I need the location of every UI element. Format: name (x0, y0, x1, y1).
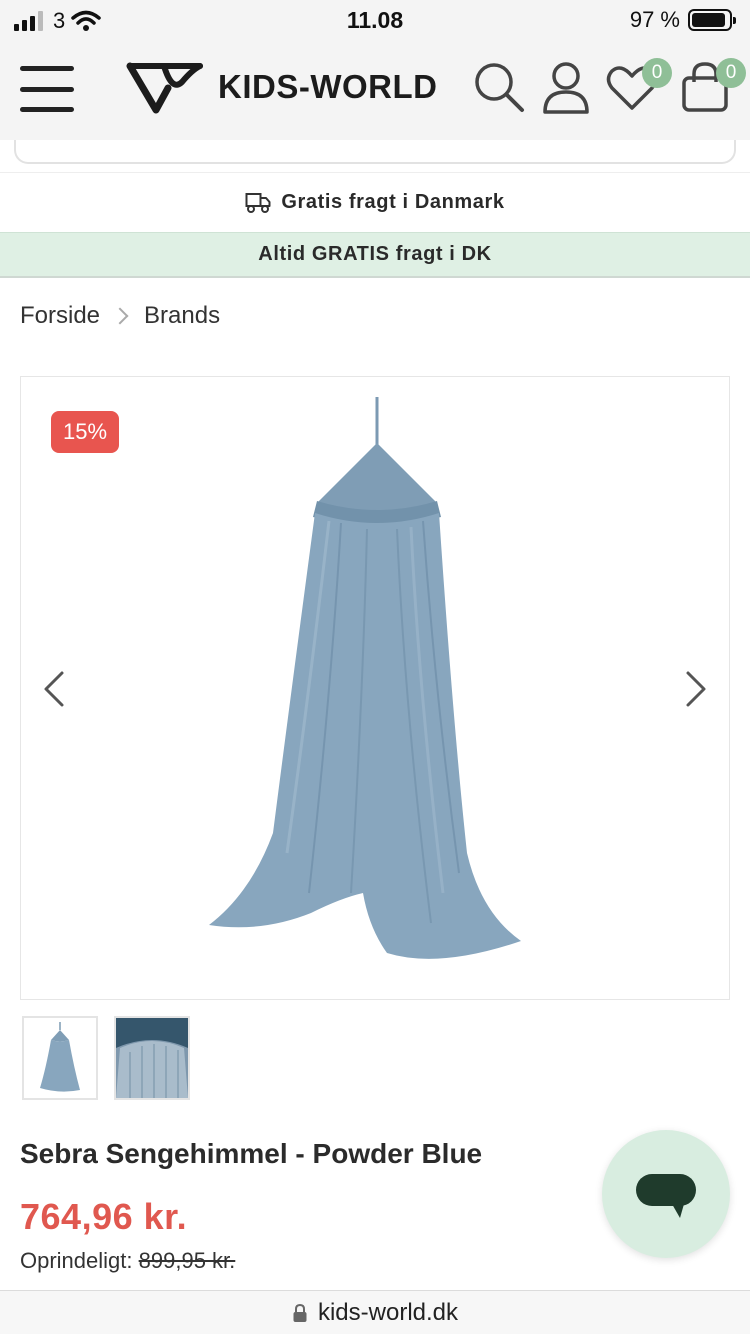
breadcrumb-link-home[interactable]: Forside (20, 302, 100, 330)
shipping-banner-text: Gratis fragt i Danmark (281, 191, 505, 213)
product-price: 764,96 kr. (20, 1196, 188, 1237)
battery-icon (688, 9, 736, 31)
site-logo[interactable]: KIDS-WORLD (126, 58, 437, 116)
user-icon[interactable] (540, 60, 596, 116)
truck-icon (245, 192, 271, 213)
logo-mark-icon (126, 62, 203, 114)
thumbnail-1[interactable] (22, 1016, 98, 1100)
discount-badge: 15% (51, 411, 120, 453)
chat-button[interactable] (602, 1130, 730, 1258)
product-title: Sebra Sengehimmel - Powder Blue (20, 1138, 483, 1169)
original-price-label: Oprindeligt: (20, 1248, 133, 1273)
chat-icon (636, 1174, 696, 1218)
logo-text: KIDS-WORLD (218, 68, 438, 105)
cart-count-badge: 0 (716, 58, 746, 88)
browser-url-bar[interactable]: kids-world.dk (0, 1290, 750, 1334)
search-bar[interactable] (14, 140, 736, 164)
original-price-value: 899,95 kr. (138, 1248, 236, 1273)
promo-banner-text: Altid GRATIS fragt i DK (258, 243, 492, 265)
site-header: KIDS-WORLD 0 0 (0, 40, 750, 140)
shipping-banner: Gratis fragt i Danmark (0, 172, 750, 232)
url-text: kids-world.dk (317, 1298, 459, 1326)
thumbnail-2[interactable] (114, 1016, 190, 1100)
chevron-left-icon[interactable] (35, 669, 75, 709)
lock-icon (293, 1303, 307, 1322)
wishlist-button[interactable]: 0 (606, 58, 672, 116)
thumbnail-strip (22, 1016, 190, 1100)
wishlist-count-badge: 0 (642, 58, 672, 88)
promo-banner: Altid GRATIS fragt i DK (0, 232, 750, 278)
chevron-right-icon[interactable] (675, 669, 715, 709)
original-price: Oprindeligt: 899,95 kr. (20, 1248, 235, 1274)
hamburger-icon[interactable] (20, 66, 74, 112)
chevron-right-icon (111, 307, 129, 325)
product-image-gallery[interactable]: 15% (20, 376, 730, 1000)
battery-percent: 97 % (629, 7, 680, 32)
product-image (209, 397, 521, 959)
cart-button[interactable]: 0 (680, 58, 746, 116)
breadcrumb: Forside Brands (20, 302, 220, 330)
status-bar: 3 11.08 97 % (0, 0, 750, 40)
breadcrumb-link-brands[interactable]: Brands (144, 302, 220, 330)
search-icon[interactable] (472, 60, 528, 116)
